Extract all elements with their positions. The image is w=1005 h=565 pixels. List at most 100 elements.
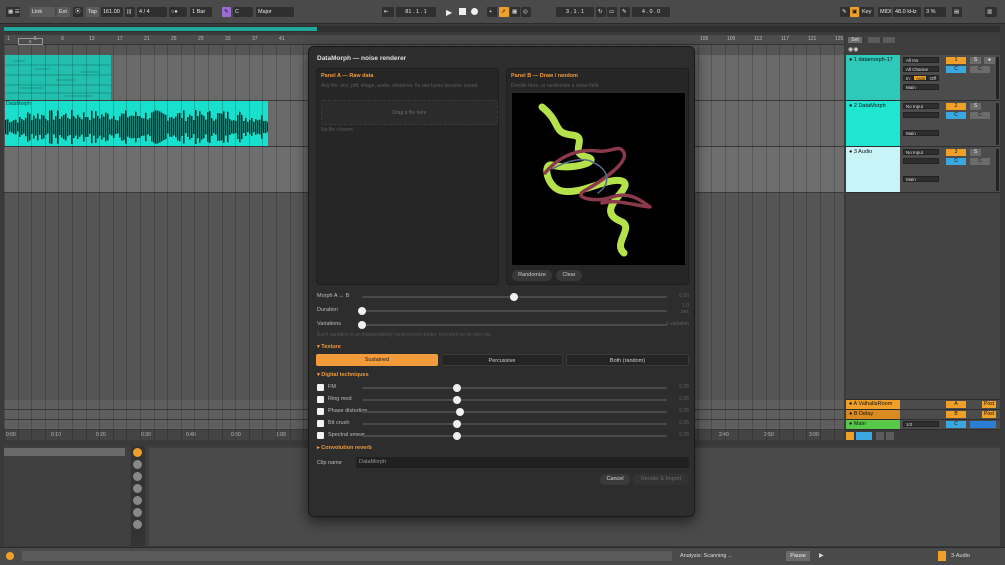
variations-slider[interactable] [358, 321, 667, 329]
time-signature[interactable]: 4 / 4 [137, 7, 167, 17]
midi-map-button[interactable]: MIDI [878, 7, 892, 17]
loop-length[interactable]: 4 . 0 . 0 [632, 7, 670, 17]
input-type-select[interactable]: No Input [903, 103, 939, 109]
technique-slider[interactable] [362, 408, 667, 416]
record-icon[interactable] [471, 8, 478, 15]
ext-button[interactable]: Ext [57, 7, 70, 17]
technique-slider[interactable] [362, 396, 667, 404]
pan-knob[interactable]: C [946, 112, 966, 119]
play-icon[interactable]: ▶ [446, 8, 452, 17]
technique-checkbox[interactable] [317, 384, 324, 391]
track-title[interactable]: ● B Delay [846, 410, 900, 419]
slider-thumb[interactable] [358, 307, 366, 315]
device-button-icon[interactable] [133, 472, 142, 481]
slider-thumb[interactable] [510, 293, 518, 301]
digital-section-toggle[interactable]: ▾ Digital techniques [317, 372, 369, 378]
collapse-icon[interactable] [868, 37, 880, 43]
volume-field[interactable] [856, 432, 872, 440]
device-button-icon[interactable] [133, 496, 142, 505]
reverb-section-toggle[interactable]: ▸ Convolution reverb [317, 445, 372, 451]
technique-checkbox[interactable] [317, 396, 324, 403]
loop-icon[interactable]: ↻ [596, 7, 606, 17]
device-button-icon[interactable] [133, 484, 142, 493]
track-activator[interactable]: 3 [946, 149, 966, 156]
input-channel-select[interactable] [903, 112, 939, 118]
capture-icon[interactable]: ▦ [510, 7, 520, 17]
slider-thumb[interactable] [453, 396, 461, 404]
nudge-icon[interactable]: ||| [125, 7, 135, 17]
main-output-select[interactable]: 1/2 [903, 421, 939, 427]
scale-select[interactable]: Major [256, 7, 294, 17]
slider-thumb[interactable] [453, 384, 461, 392]
output-select[interactable]: Main [903, 84, 939, 90]
quantize-select[interactable]: 1 Bar [190, 7, 212, 17]
pan-knob[interactable]: C [946, 66, 966, 73]
monitor-auto[interactable]: Auto [913, 75, 927, 81]
cancel-button[interactable]: Cancel [600, 474, 630, 485]
arm-icon[interactable]: ● [984, 57, 995, 64]
file-drop-zone[interactable]: Drag a file here [321, 100, 498, 125]
output-select[interactable]: Main [903, 176, 939, 182]
return-activator[interactable]: A [946, 401, 966, 408]
pan-field[interactable]: C [970, 66, 990, 73]
technique-checkbox[interactable] [317, 432, 324, 439]
device-button-icon[interactable] [133, 508, 142, 517]
clear-button[interactable]: Clear [556, 270, 582, 281]
draw-mode-icon[interactable]: ✎ [620, 7, 630, 17]
pan-knob[interactable]: C [946, 158, 966, 165]
return-activator[interactable]: B [946, 411, 966, 418]
main-volume[interactable] [970, 421, 996, 428]
solo-button[interactable]: S [970, 149, 981, 156]
draw-canvas[interactable] [512, 93, 685, 265]
pan-field[interactable]: C [970, 158, 990, 165]
punch-icon[interactable]: ▭ [607, 7, 617, 17]
post-button[interactable]: Post [982, 401, 996, 408]
overview-strip[interactable] [4, 26, 1000, 32]
tempo-field[interactable]: 161.00 [101, 7, 123, 17]
technique-checkbox[interactable] [317, 420, 324, 427]
song-position[interactable]: 81 . 1 . 1 [396, 7, 436, 17]
set-button[interactable]: Set [848, 37, 862, 43]
texture-percussive[interactable]: Percussive [441, 354, 563, 366]
morph-slider[interactable] [362, 293, 667, 301]
loop-start[interactable]: 3 . 1 . 1 [556, 7, 594, 17]
randomize-button[interactable]: Randomize [512, 270, 552, 281]
beat-ruler[interactable]: 1 5 9 13 17 21 25 29 33 37 41 105 109 113 117 121 125 5 [4, 35, 844, 45]
metronome-icon[interactable]: ⦿ [73, 7, 83, 17]
slider-thumb[interactable] [358, 321, 366, 329]
track-title[interactable]: ● A ValhallaRoom [846, 400, 900, 409]
monitor-off[interactable]: Off [927, 75, 939, 81]
scale-toggle-icon[interactable]: ✎ [222, 7, 231, 17]
key-map-button[interactable]: Key [860, 7, 874, 17]
solo-button[interactable]: S [970, 103, 981, 110]
device-button-icon[interactable] [133, 520, 142, 529]
loop-brace[interactable]: 5 [18, 38, 43, 45]
technique-slider[interactable] [362, 432, 667, 440]
slider-thumb[interactable] [453, 420, 461, 428]
track-title[interactable]: ● 3 Audio [846, 147, 900, 192]
track-title[interactable]: ● Main [846, 420, 900, 429]
technique-slider[interactable] [362, 384, 667, 392]
track-title[interactable]: ● 1 datamorph-17 [846, 55, 900, 100]
key-map-icon[interactable]: ▣ [850, 7, 859, 17]
technique-checkbox[interactable] [317, 408, 324, 415]
texture-both[interactable]: Both (random) [566, 354, 689, 366]
pause-button[interactable]: Pause [786, 551, 810, 561]
view-toggle-icon[interactable]: ▦ ☰ [6, 7, 20, 17]
pencil-icon[interactable]: ✎ [840, 7, 850, 17]
stop-icon[interactable] [459, 8, 466, 15]
device-button-icon[interactable] [133, 460, 142, 469]
pan-field[interactable]: C [970, 112, 990, 119]
device-on-icon[interactable] [133, 448, 142, 457]
arm-icon[interactable]: ◉◉ [848, 46, 858, 53]
mode-w-icon[interactable] [886, 432, 894, 440]
play-icon[interactable]: ▶ [819, 552, 824, 559]
automation-arm-icon[interactable]: ↗ [499, 7, 509, 17]
post-button[interactable]: Post [982, 411, 996, 418]
info-icon[interactable] [6, 552, 14, 560]
input-channel-select[interactable]: All Channe [903, 66, 939, 72]
follow-icon[interactable]: ○● [169, 7, 187, 17]
input-channel-select[interactable] [903, 158, 939, 164]
monitor-in[interactable]: In [903, 75, 913, 81]
mode-h-icon[interactable] [876, 432, 884, 440]
